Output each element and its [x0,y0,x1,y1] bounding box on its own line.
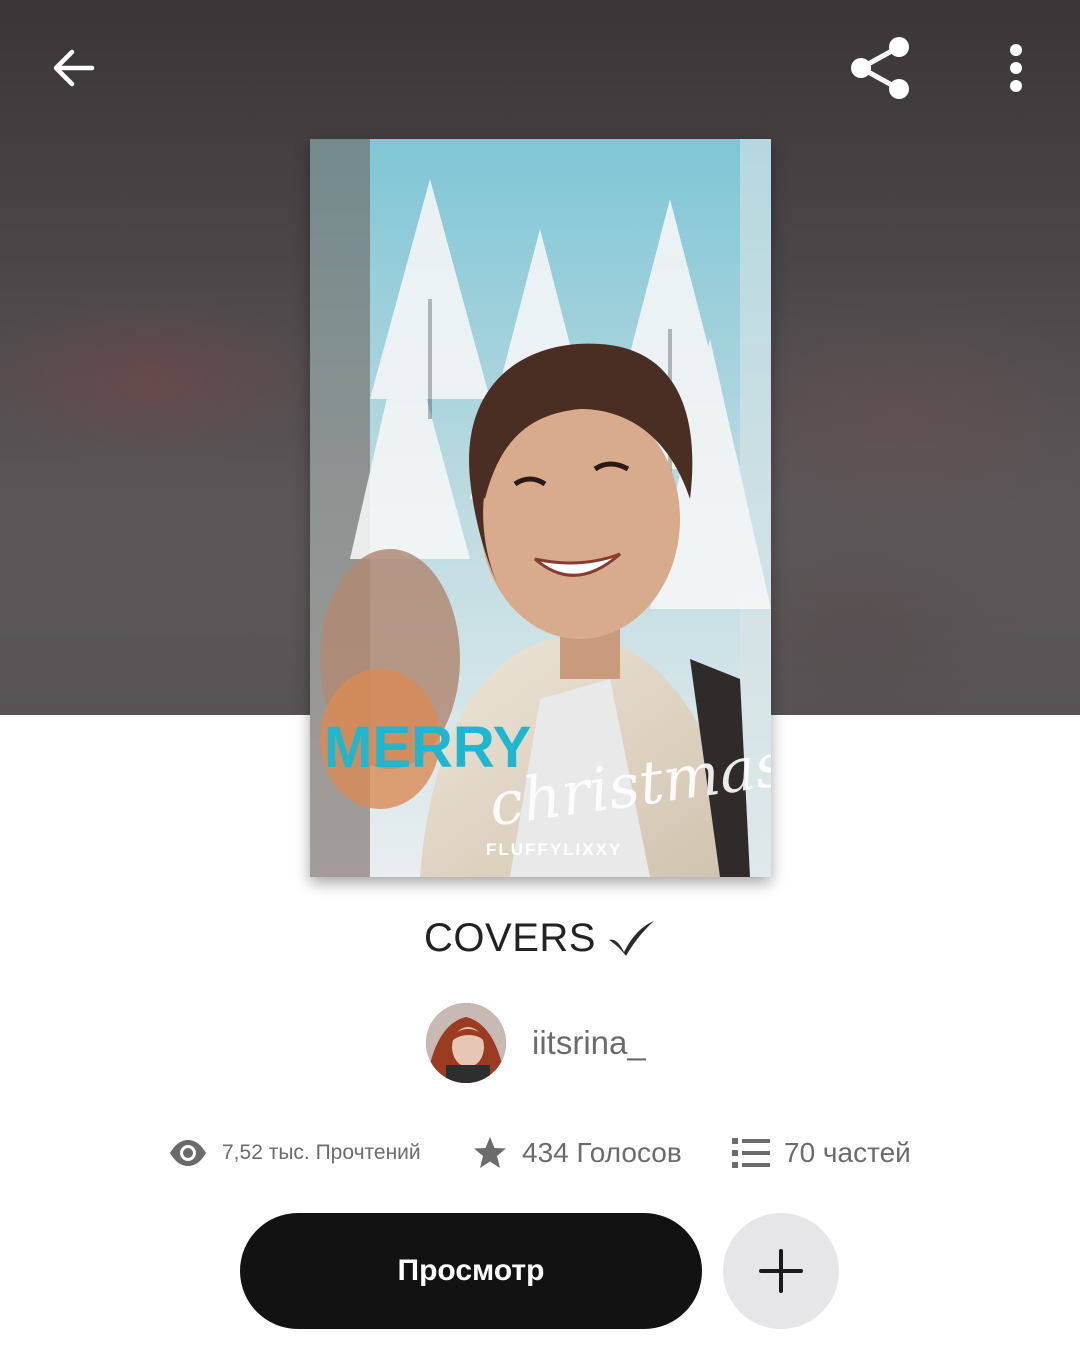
plus-icon [759,1249,803,1293]
more-vertical-icon [1010,44,1022,92]
story-cover-image[interactable]: MERRY christmas FLUFFYLIXXY [310,139,771,877]
votes-count: 434 Голосов [522,1137,682,1168]
author-avatar[interactable] [426,1003,506,1083]
add-to-library-button[interactable] [723,1213,839,1329]
share-icon [851,37,909,99]
more-options-button[interactable] [986,26,1046,110]
star-icon [474,1137,506,1168]
votes-stat: 434 Голосов [472,1128,682,1178]
read-button[interactable]: Просмотр [240,1213,702,1329]
story-title: COVERS [424,915,596,960]
cover-credit-text: FLUFFYLIXXY [486,840,622,859]
parts-stat: 70 частей [732,1128,911,1178]
story-title-row: COVERS [0,908,1080,968]
reads-stat: 7,52 тыс. Прочтений [168,1128,421,1178]
story-stats: 7,52 тыс. Прочтений 434 Голосов 70 часте… [0,1128,1080,1178]
author-username: iitsrina_ [532,1024,646,1061]
eye-icon [170,1140,206,1166]
arrow-left-icon [53,49,95,87]
share-button[interactable] [838,26,922,110]
back-button[interactable] [34,28,114,108]
checkmark-icon [608,921,654,956]
parts-count: 70 частей [784,1137,911,1168]
reads-count: 7,52 тыс. Прочтений [222,1141,421,1164]
list-icon [732,1138,770,1168]
author-link[interactable]: iitsrina_ [426,1002,646,1084]
